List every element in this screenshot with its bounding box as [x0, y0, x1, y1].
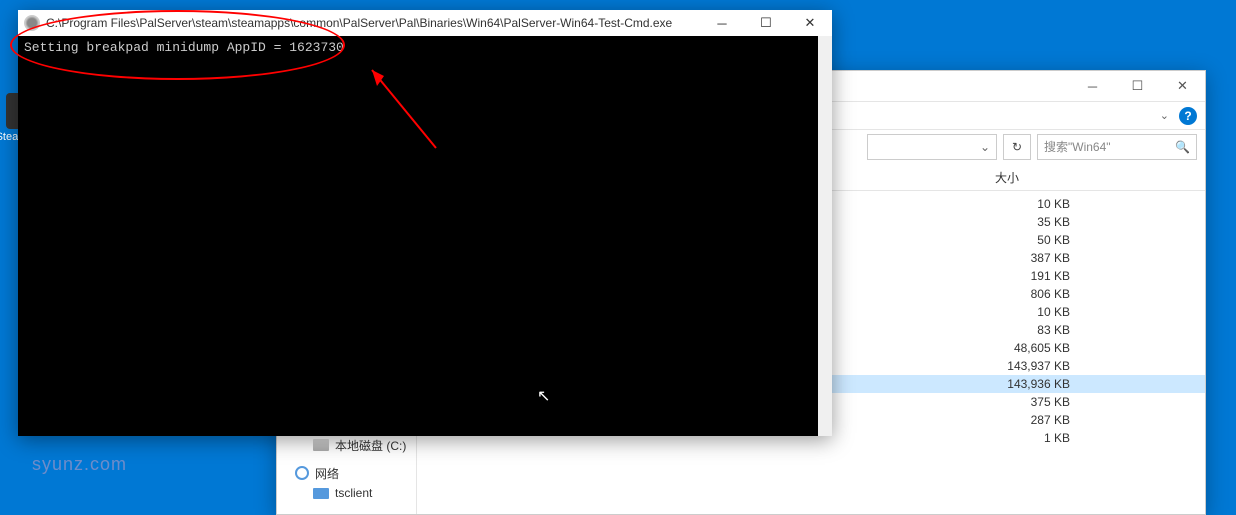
chevron-down-icon[interactable]: ⌄ — [1160, 109, 1169, 122]
search-placeholder: 搜索"Win64" — [1044, 138, 1111, 155]
file-size: 375 KB — [970, 395, 1070, 409]
file-size: 83 KB — [970, 323, 1070, 337]
console-body[interactable]: Setting breakpad minidump AppID = 162373… — [18, 36, 832, 436]
file-size: 35 KB — [970, 215, 1070, 229]
minimize-button[interactable]: ─ — [1070, 71, 1115, 101]
file-size: 10 KB — [970, 197, 1070, 211]
monitor-icon — [313, 488, 329, 499]
file-size: 287 KB — [970, 413, 1070, 427]
sidebar-item-label: 本地磁盘 (C:) — [335, 437, 406, 454]
search-input[interactable]: 搜索"Win64" 🔍 — [1037, 134, 1197, 160]
console-output-line: Setting breakpad minidump AppID = 162373… — [24, 40, 812, 55]
file-size: 387 KB — [970, 251, 1070, 265]
column-size-header[interactable]: 大小 — [977, 163, 1019, 191]
close-button[interactable]: ✕ — [1160, 71, 1205, 101]
file-size: 10 KB — [970, 305, 1070, 319]
console-titlebar[interactable]: C:\Program Files\PalServer\steam\steamap… — [18, 10, 832, 36]
file-size: 806 KB — [970, 287, 1070, 301]
minimize-button[interactable]: ─ — [700, 10, 744, 36]
sidebar-item-tsclient[interactable]: tsclient — [277, 483, 416, 503]
refresh-button[interactable]: ↻ — [1003, 134, 1031, 160]
network-icon — [295, 466, 309, 480]
close-button[interactable]: ✕ — [788, 10, 832, 36]
chevron-down-icon: ⌄ — [980, 140, 990, 154]
file-size: 191 KB — [970, 269, 1070, 283]
search-icon: 🔍 — [1175, 140, 1190, 154]
file-size: 50 KB — [970, 233, 1070, 247]
sidebar-item-network[interactable]: 网络 — [277, 463, 416, 483]
sidebar-item-label: tsclient — [335, 486, 372, 500]
drive-icon — [313, 439, 329, 451]
file-size: 1 KB — [970, 431, 1070, 445]
maximize-button[interactable]: ☐ — [1115, 71, 1160, 101]
file-size: 48,605 KB — [970, 341, 1070, 355]
watermark: syunz.com — [32, 454, 127, 475]
maximize-button[interactable]: ☐ — [744, 10, 788, 36]
sidebar-item-label: 网络 — [315, 465, 339, 482]
console-window: C:\Program Files\PalServer\steam\steamap… — [18, 10, 832, 436]
app-icon — [24, 15, 40, 31]
file-size: 143,936 KB — [970, 377, 1070, 391]
file-size: 143,937 KB — [970, 359, 1070, 373]
address-combo[interactable]: ⌄ — [867, 134, 997, 160]
help-icon[interactable]: ? — [1179, 107, 1197, 125]
console-title: C:\Program Files\PalServer\steam\steamap… — [46, 16, 700, 30]
scrollbar[interactable] — [818, 36, 832, 436]
sidebar-item-local-disk[interactable]: 本地磁盘 (C:) — [277, 435, 416, 455]
